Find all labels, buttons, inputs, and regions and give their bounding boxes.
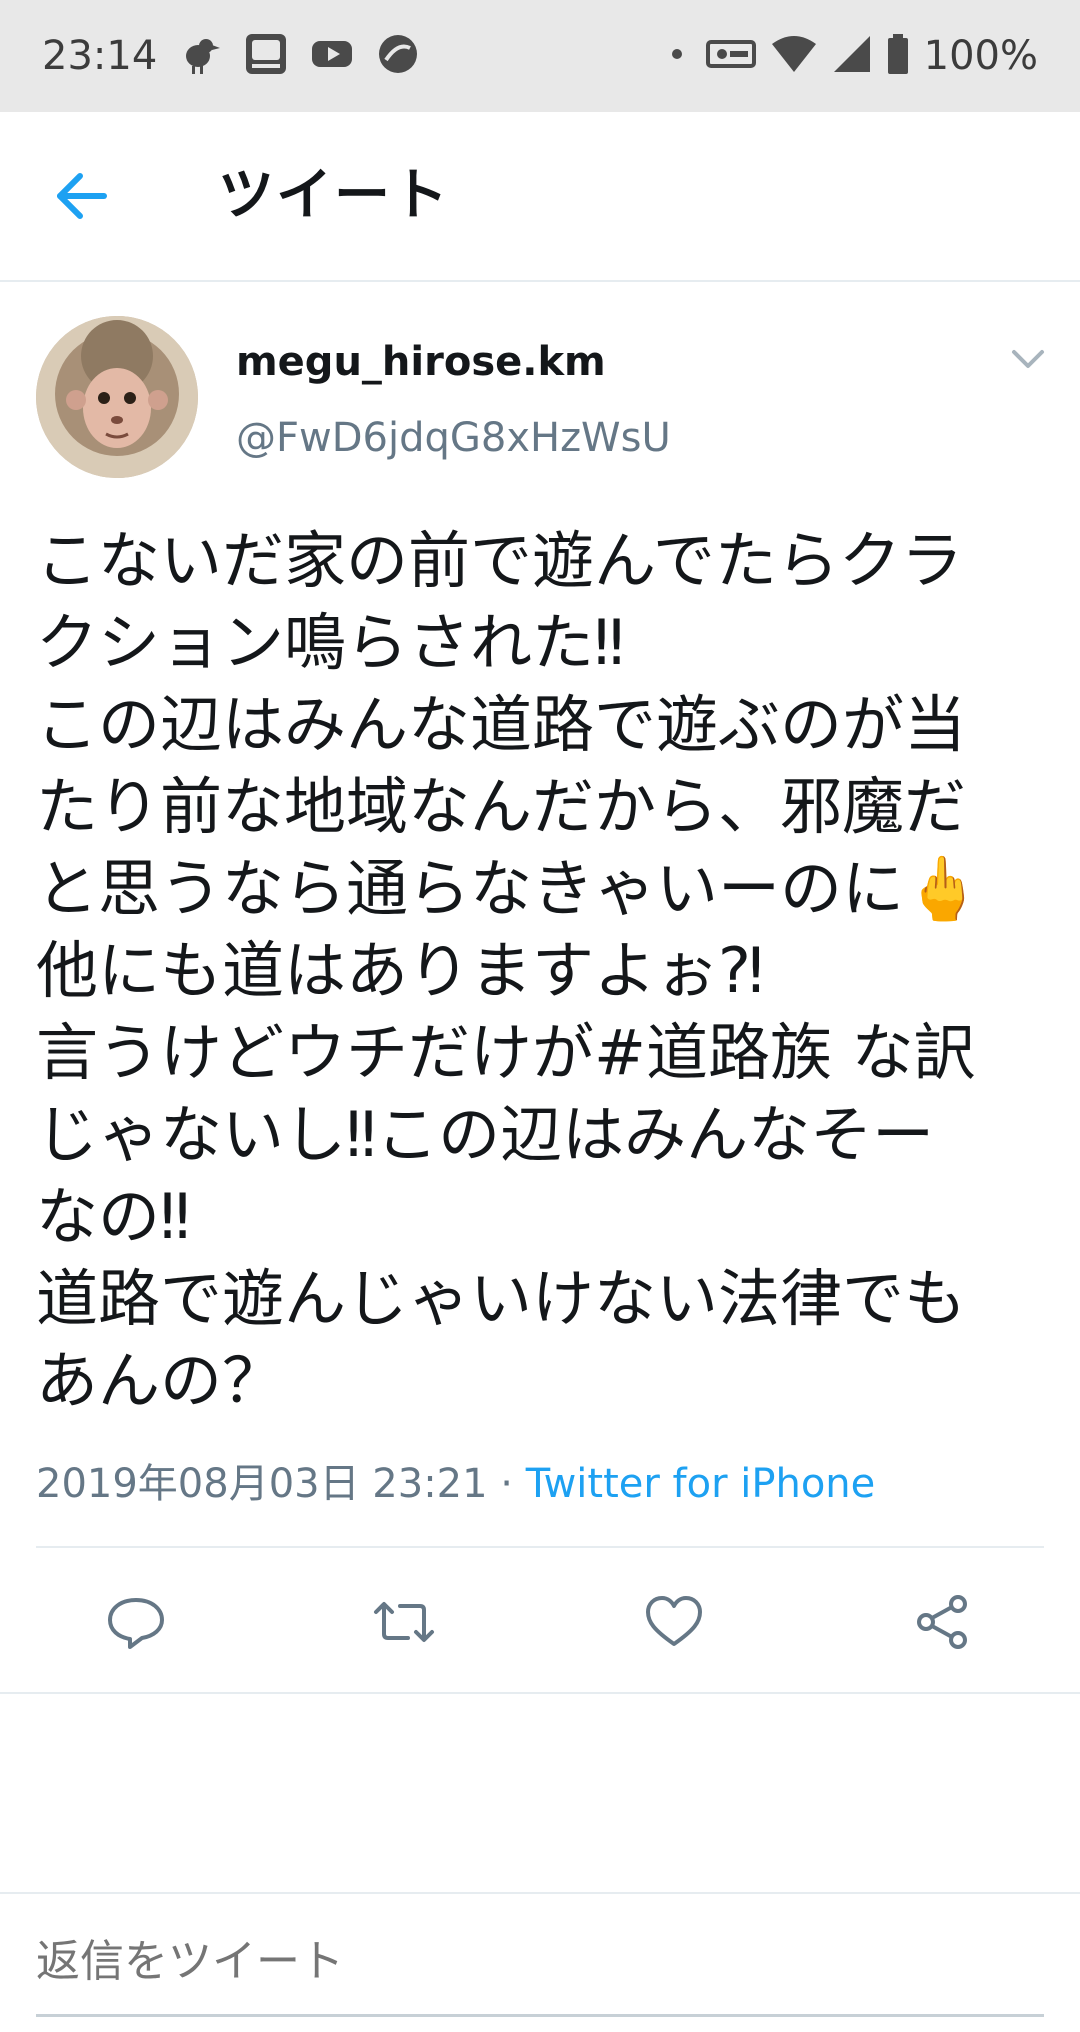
- user-handle[interactable]: @FwD6jdqG8xHzWsU: [236, 412, 671, 464]
- meta-separator: ·: [487, 1461, 526, 1507]
- reply-input[interactable]: [36, 1934, 1044, 1990]
- bird-app-icon: [178, 32, 222, 80]
- dot-icon: [662, 32, 692, 80]
- app-header: ツイート: [0, 112, 1080, 282]
- reply-input-underline: [36, 2014, 1044, 2017]
- sugi-pharmacy-icon: [244, 32, 288, 80]
- tweet-text-line: この辺はみんな道路で遊ぶのが当: [36, 688, 967, 761]
- tweet-text-line: 道路で遊んじゃいけない法律でも: [36, 1262, 967, 1335]
- battery-percent: 100%: [923, 33, 1038, 79]
- tweet-text-line: たり前な地域なんだから、邪魔だ: [36, 770, 967, 843]
- tweet-text-line: じゃないし‼︎この辺はみんなそー: [36, 1098, 935, 1171]
- divider: [0, 1692, 1080, 1694]
- tweet-timestamp: 2019年08月03日 23:21: [36, 1461, 488, 1507]
- page-title: ツイート: [218, 163, 450, 228]
- tweet-text-line: あんの？: [36, 1344, 285, 1417]
- tweet-meta: 2019年08月03日 23:21 · Twitter for iPhone: [36, 1458, 875, 1510]
- status-bar: 23:14 100%: [0, 0, 1080, 112]
- tweet-source-link[interactable]: Twitter for iPhone: [526, 1461, 876, 1507]
- tweet-text-line: こないだ家の前で遊んでたらクラ: [36, 524, 963, 597]
- chevron-down-icon[interactable]: [1008, 344, 1048, 376]
- notification-icons: [178, 32, 420, 80]
- tweet-detail-screen: 23:14 100% ツイート megu_hirose.km @FwD6jdqG…: [0, 0, 1080, 2032]
- vpn-key-icon: [705, 32, 756, 80]
- arrow-left-icon[interactable]: [52, 166, 112, 226]
- wifi-icon: [770, 32, 818, 80]
- tweet-text-line: 言うけどウチだけが#道路族 な訳: [36, 1016, 976, 1089]
- reply-icon[interactable]: [104, 1594, 168, 1650]
- heart-icon[interactable]: [642, 1594, 706, 1650]
- tweet-text-line: クション鳴らされた‼︎: [36, 606, 625, 679]
- avatar[interactable]: [36, 316, 198, 478]
- tweet-text-line: と思うなら通らなきゃいーのに🖕: [36, 852, 982, 925]
- tweet-actions: [0, 1548, 1080, 1692]
- battery-icon: [886, 32, 910, 80]
- display-name[interactable]: megu_hirose.km: [236, 336, 606, 388]
- status-time: 23:14: [42, 33, 158, 79]
- signal-icon: [832, 32, 872, 80]
- tweet-text-line: なの‼︎: [36, 1180, 191, 1253]
- system-icons: 100%: [662, 30, 1038, 82]
- tweet-text: こないだ家の前で遊んでたらクラ クション鳴らされた‼︎ この辺はみんな道路で遊ぶのが…: [36, 520, 1052, 1422]
- circle-app-icon: [376, 32, 420, 80]
- tweet-text-line: 他にも道はありますよぉ⁈: [36, 934, 764, 1007]
- youtube-icon: [310, 32, 354, 80]
- divider: [0, 1892, 1080, 1894]
- share-icon[interactable]: [912, 1594, 976, 1650]
- retweet-icon[interactable]: [372, 1594, 436, 1650]
